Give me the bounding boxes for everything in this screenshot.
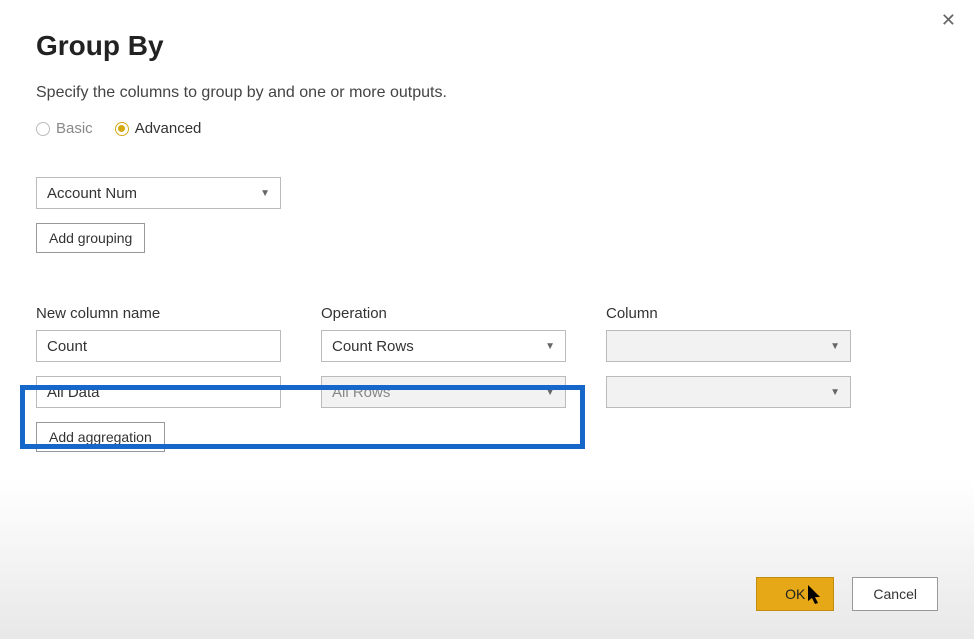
add-grouping-button[interactable]: Add grouping <box>36 223 145 253</box>
grouping-column-dropdown[interactable]: Account Num ▼ <box>36 177 281 209</box>
chevron-down-icon: ▼ <box>545 341 555 352</box>
header-new-column: New column name <box>36 305 281 322</box>
aggregation-headers: New column name Operation Column <box>36 305 938 322</box>
dialog-footer: OK Cancel <box>756 577 938 611</box>
chevron-down-icon: ▼ <box>830 341 840 352</box>
mode-radio-advanced[interactable]: Advanced <box>115 120 202 137</box>
operation-dropdown[interactable]: All Rows ▼ <box>321 376 566 408</box>
radio-label: Advanced <box>135 120 202 137</box>
ok-button[interactable]: OK <box>756 577 834 611</box>
chevron-down-icon: ▼ <box>545 387 555 398</box>
new-column-name-input[interactable] <box>36 376 281 408</box>
header-column: Column <box>606 305 851 322</box>
new-column-name-input[interactable] <box>36 330 281 362</box>
dialog-title: Group By <box>36 30 938 62</box>
cancel-button[interactable]: Cancel <box>852 577 938 611</box>
column-dropdown: ▼ <box>606 330 851 362</box>
header-operation: Operation <box>321 305 566 322</box>
radio-icon <box>36 122 50 136</box>
chevron-down-icon: ▼ <box>260 188 270 199</box>
group-by-dialog: Group By Specify the columns to group by… <box>0 0 974 482</box>
aggregation-row: All Rows ▼ ▼ <box>36 376 938 408</box>
dialog-description: Specify the columns to group by and one … <box>36 84 938 102</box>
column-dropdown: ▼ <box>606 376 851 408</box>
aggregation-row: Count Rows ▼ ▼ <box>36 330 938 362</box>
mode-radio-basic[interactable]: Basic <box>36 120 93 137</box>
dropdown-value: Account Num <box>47 185 137 202</box>
dropdown-value: All Rows <box>332 384 390 401</box>
dropdown-value: Count Rows <box>332 338 414 355</box>
operation-dropdown[interactable]: Count Rows ▼ <box>321 330 566 362</box>
mode-radio-group: Basic Advanced <box>36 120 938 137</box>
close-icon[interactable]: ✕ <box>941 10 956 31</box>
radio-icon <box>115 122 129 136</box>
chevron-down-icon: ▼ <box>830 387 840 398</box>
radio-dot-icon <box>118 125 125 132</box>
add-aggregation-button[interactable]: Add aggregation <box>36 422 165 452</box>
radio-label: Basic <box>56 120 93 137</box>
